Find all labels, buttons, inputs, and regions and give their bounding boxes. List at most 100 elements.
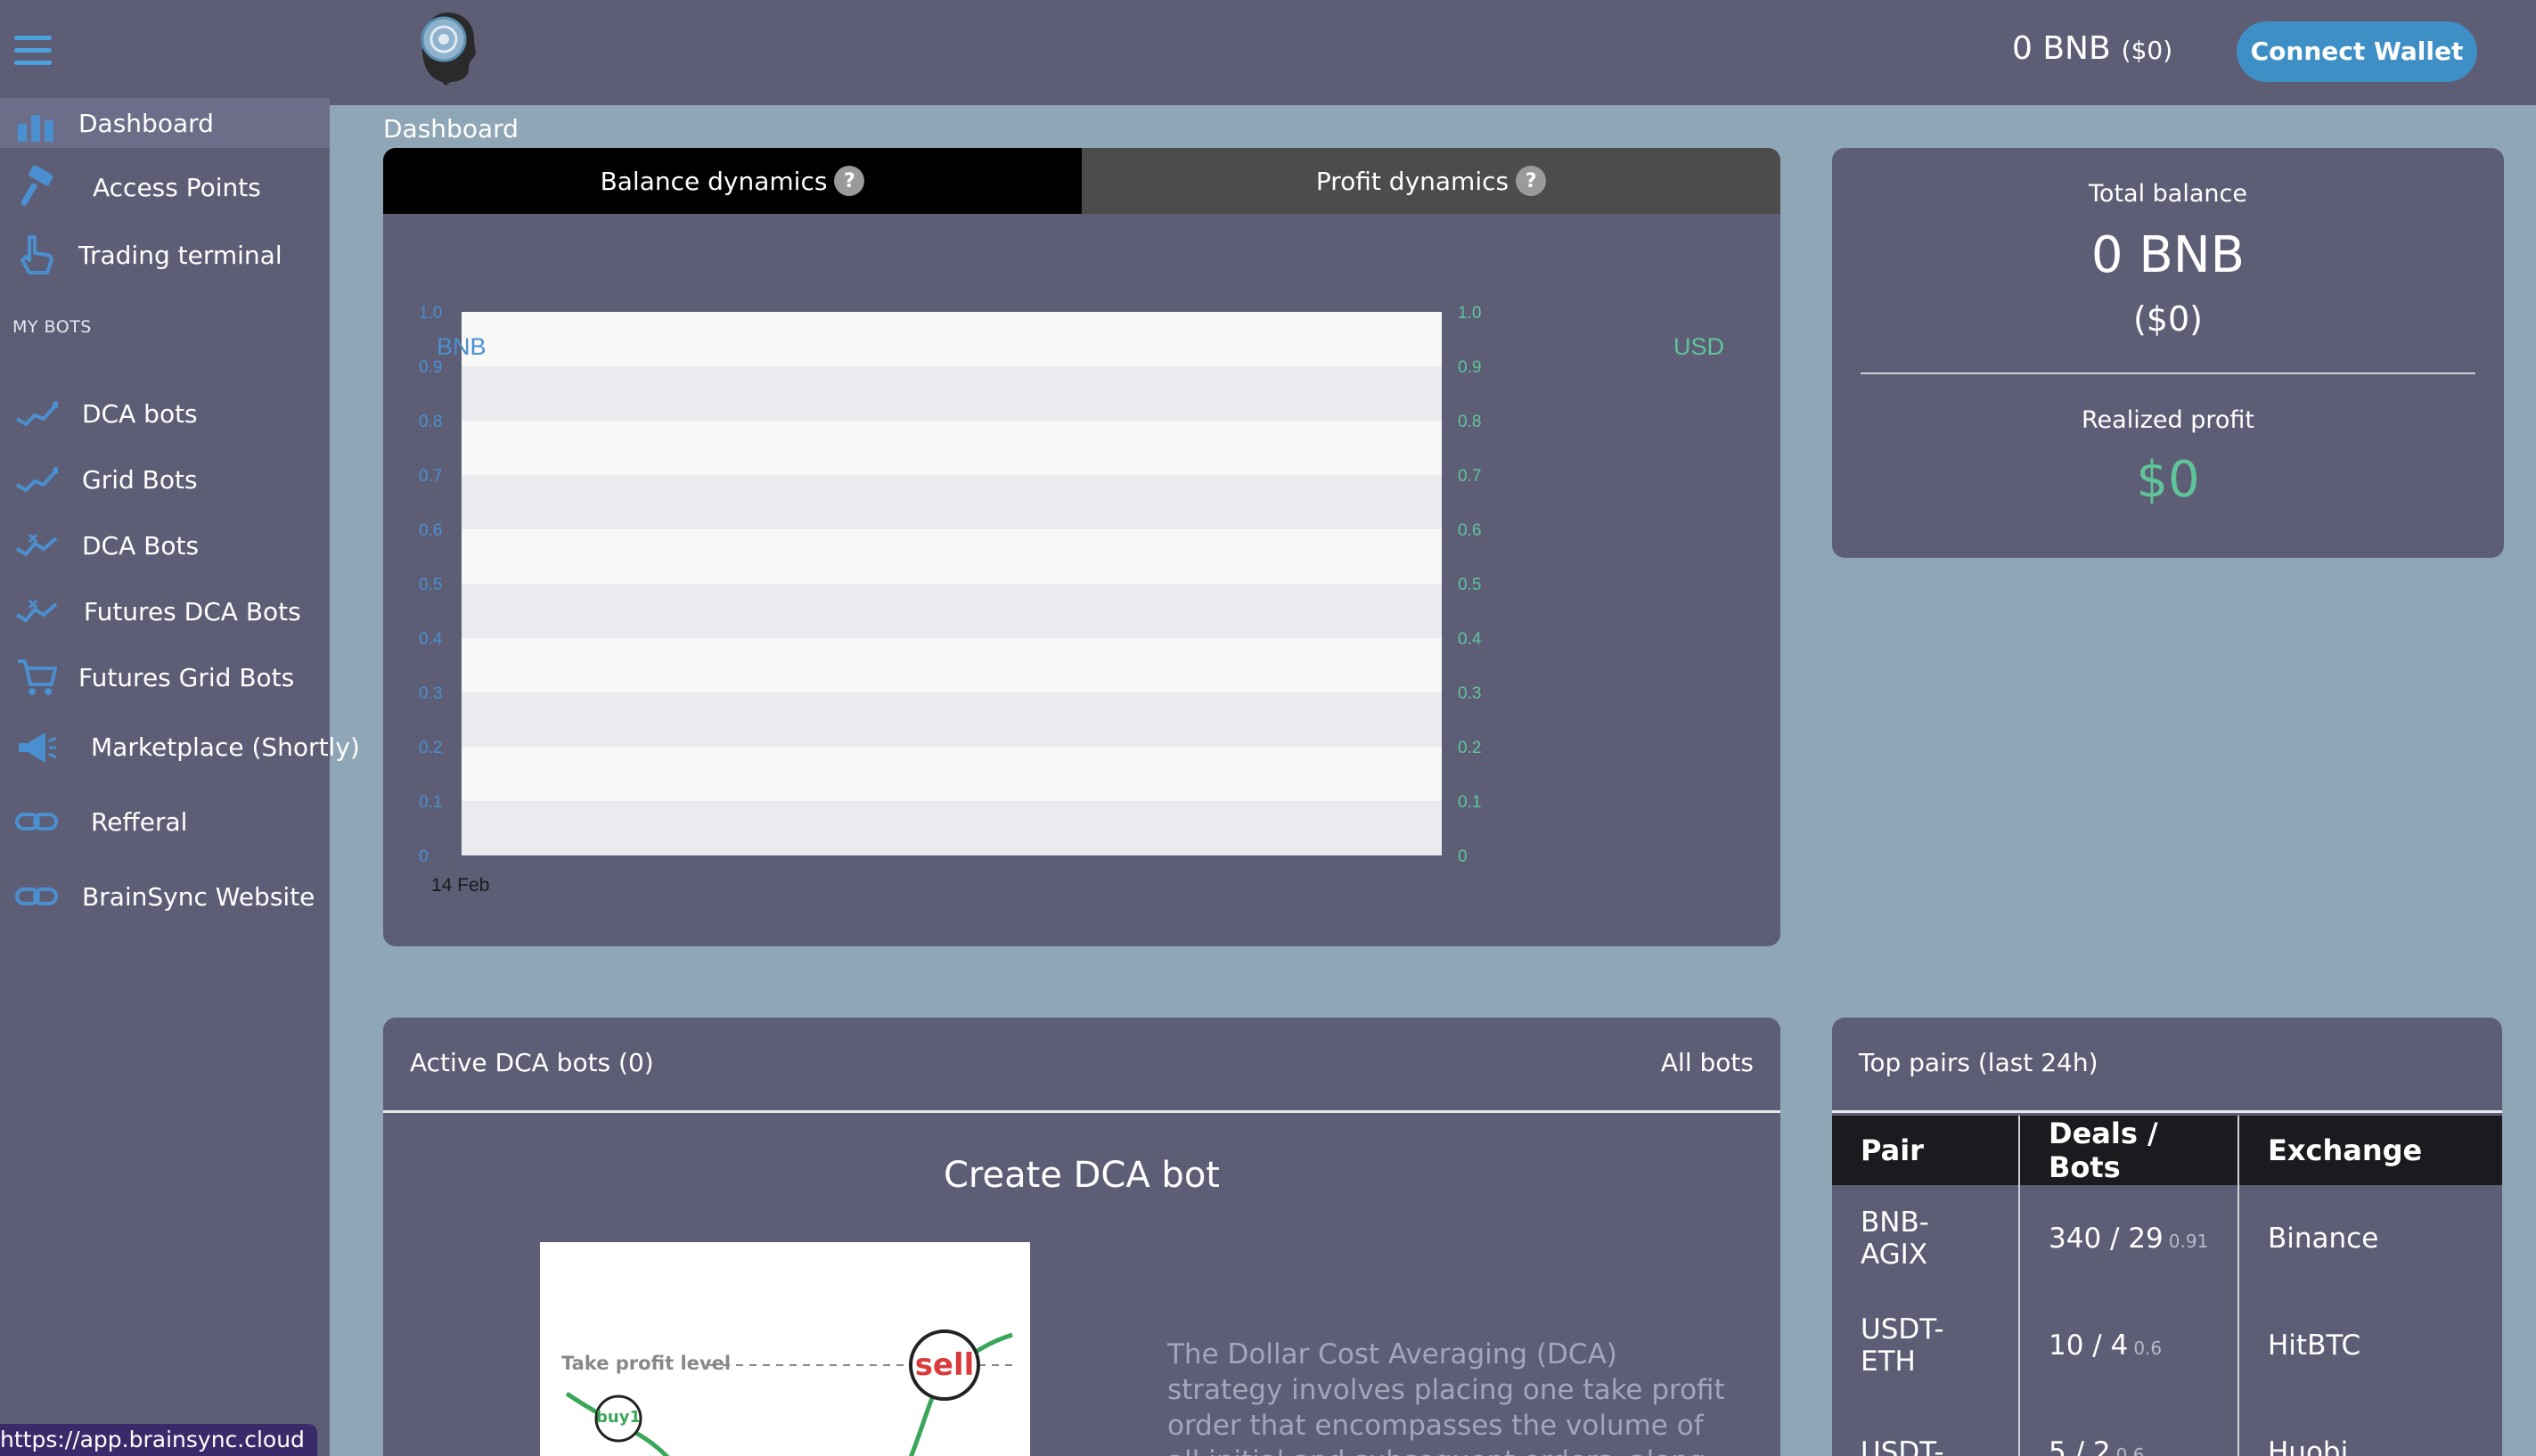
y-tick-right: 0.4 xyxy=(1458,630,1482,649)
sidebar-item-label: Futures DCA Bots xyxy=(84,596,301,626)
trend-line-icon xyxy=(14,391,59,436)
brain-logo-icon[interactable] xyxy=(412,7,483,89)
deals-value: 340 / 29 xyxy=(2049,1223,2164,1255)
y-tick-left: 1.0 xyxy=(419,304,442,323)
total-balance-label: Total balance xyxy=(2089,180,2247,208)
grid-band xyxy=(462,475,1442,529)
y-tick-right: 0.3 xyxy=(1458,684,1481,703)
panel-divider xyxy=(1832,1110,2502,1113)
y-tick-left: 0.5 xyxy=(419,576,442,594)
my-bots-section-label: MY BOTS xyxy=(12,317,92,337)
sidebar-item-grid-bots[interactable]: Grid Bots xyxy=(0,453,330,506)
y-tick-right: 0.2 xyxy=(1458,739,1481,757)
y-tick-right: 1.0 xyxy=(1458,304,1481,323)
y-tick-left: 0 xyxy=(419,847,429,866)
y-tick-right: 0.7 xyxy=(1458,467,1481,486)
sidebar-item-label: DCA bots xyxy=(82,398,198,429)
header-balance: 0 BNB ($0) xyxy=(2012,30,2172,67)
sidebar-item-label: Marketplace (Shortly) xyxy=(91,732,360,762)
dashboard-icon xyxy=(14,103,59,148)
grid-band xyxy=(462,529,1442,584)
header-balance-usd: ($0) xyxy=(2121,36,2173,65)
sidebar-item-refferal[interactable]: Refferal xyxy=(0,795,330,848)
table-row[interactable]: USDT- 5 / 2 0.6 Huobi xyxy=(1832,1399,2502,1456)
trend-line-icon xyxy=(14,457,59,502)
column-header-exchange: Exchange xyxy=(2238,1116,2502,1185)
sidebar-item-brainsync-website[interactable]: BrainSync Website xyxy=(0,870,330,923)
sidebar: Dashboard Access Points Trading terminal… xyxy=(0,98,360,1456)
exchange-cell: HitBTC xyxy=(2268,1329,2361,1362)
y-tick-right: 0.5 xyxy=(1458,576,1481,594)
take-profit-label: Take profit level xyxy=(561,1353,732,1374)
y-tick-right: 0 xyxy=(1458,847,1468,866)
y-tick-left: 0.3 xyxy=(419,684,442,703)
pair-cell: USDT- xyxy=(1832,1399,2020,1456)
tab-label: Balance dynamics xyxy=(600,166,828,196)
y-tick-left: 0.9 xyxy=(419,358,442,377)
y-tick-left: 0.8 xyxy=(419,413,442,431)
sidebar-item-label: Trading terminal xyxy=(78,240,282,270)
sidebar-item-label: DCA Bots xyxy=(82,530,200,560)
y-tick-right: 0.6 xyxy=(1458,521,1481,540)
sidebar-item-dashboard[interactable]: Dashboard xyxy=(0,98,330,148)
total-balance-usd: ($0) xyxy=(2132,299,2203,339)
sell-label: sell xyxy=(914,1347,975,1383)
grid-band xyxy=(462,692,1442,747)
y-tick-left: 0.2 xyxy=(419,739,442,757)
trend-cross-icon xyxy=(14,523,59,568)
tab-label: Profit dynamics xyxy=(1315,166,1509,196)
sidebar-item-futures-grid-bots[interactable]: Futures Grid Bots xyxy=(0,650,330,704)
grid-band xyxy=(462,638,1442,692)
exchange-cell: Huobi xyxy=(2268,1436,2349,1456)
tab-profit-dynamics[interactable]: Profit dynamics ? xyxy=(1082,148,1780,214)
grid-band xyxy=(462,584,1442,638)
top-bar: 0 BNB ($0) Connect Wallet xyxy=(0,0,2536,105)
y-tick-left: 0.4 xyxy=(419,630,443,649)
y-tick-left: 0.1 xyxy=(419,793,442,812)
header-balance-bnb: 0 BNB xyxy=(2012,30,2111,67)
trend-cross-icon xyxy=(14,589,59,634)
totals-card: Total balance 0 BNB ($0) Realized profit… xyxy=(1832,148,2504,558)
balance-chart: 1.0 1.0 0.9 0.9 0.8 0.8 0.7 0.7 0.6 0.6 0.5 0.5 0.4 0… xyxy=(419,304,1724,896)
sidebar-item-dca-bots[interactable]: DCA bots xyxy=(0,387,330,440)
grid-band xyxy=(462,801,1442,855)
link-icon xyxy=(14,874,59,919)
grid-band xyxy=(462,421,1442,475)
exchange-cell: Binance xyxy=(2268,1223,2379,1255)
pair-cell: BNB-AGIX xyxy=(1832,1185,2020,1292)
sidebar-item-futures-dca-bots[interactable]: Futures DCA Bots xyxy=(0,585,330,638)
table-row[interactable]: USDT-ETH 10 / 4 0.6 HitBTC xyxy=(1832,1292,2502,1399)
sidebar-item-label: Access Points xyxy=(93,172,261,202)
column-header-deals-bots: Deals / Bots xyxy=(2019,1116,2239,1185)
deals-ratio: 0.6 xyxy=(2133,1337,2163,1359)
deals-cell: 340 / 29 0.91 xyxy=(2019,1185,2239,1292)
help-icon[interactable]: ? xyxy=(1516,166,1547,196)
link-icon xyxy=(14,799,59,844)
menu-icon[interactable] xyxy=(14,36,52,66)
y-tick-right: 0.8 xyxy=(1458,413,1481,431)
sidebar-item-label: Dashboard xyxy=(78,108,214,138)
deals-ratio: 0.6 xyxy=(2115,1444,2145,1456)
y-axis-label-left: BNB xyxy=(437,333,487,360)
x-tick-label: 14 Feb xyxy=(431,875,489,896)
top-pairs-card: Top pairs (last 24h) Pair Deals / Bots E… xyxy=(1832,1018,2502,1456)
sidebar-item-label: Futures Grid Bots xyxy=(78,662,295,692)
deals-ratio: 0.91 xyxy=(2168,1231,2209,1252)
y-tick-right: 0.1 xyxy=(1458,793,1481,812)
sidebar-item-access-points[interactable]: Access Points xyxy=(0,160,330,214)
hammer-icon xyxy=(14,165,59,209)
sidebar-item-dca-bots-2[interactable]: DCA Bots xyxy=(0,519,330,572)
help-icon[interactable]: ? xyxy=(834,166,865,196)
status-bar-url: https://app.brainsync.cloud xyxy=(0,1424,317,1456)
tab-balance-dynamics[interactable]: Balance dynamics ? xyxy=(383,148,1082,214)
grid-band xyxy=(462,747,1442,801)
deals-cell: 5 / 2 0.6 xyxy=(2019,1399,2239,1456)
sidebar-item-marketplace[interactable]: Marketplace (Shortly) xyxy=(0,720,360,773)
table-row[interactable]: BNB-AGIX 340 / 29 0.91 Binance xyxy=(1832,1185,2502,1292)
breadcrumb: Dashboard xyxy=(383,114,519,143)
connect-wallet-button[interactable]: Connect Wallet xyxy=(2237,21,2477,82)
totals-divider xyxy=(1861,372,2475,374)
sidebar-item-trading-terminal[interactable]: Trading terminal xyxy=(0,228,330,282)
all-bots-link[interactable]: All bots xyxy=(1661,1048,1754,1077)
column-header-pair: Pair xyxy=(1832,1116,2020,1185)
